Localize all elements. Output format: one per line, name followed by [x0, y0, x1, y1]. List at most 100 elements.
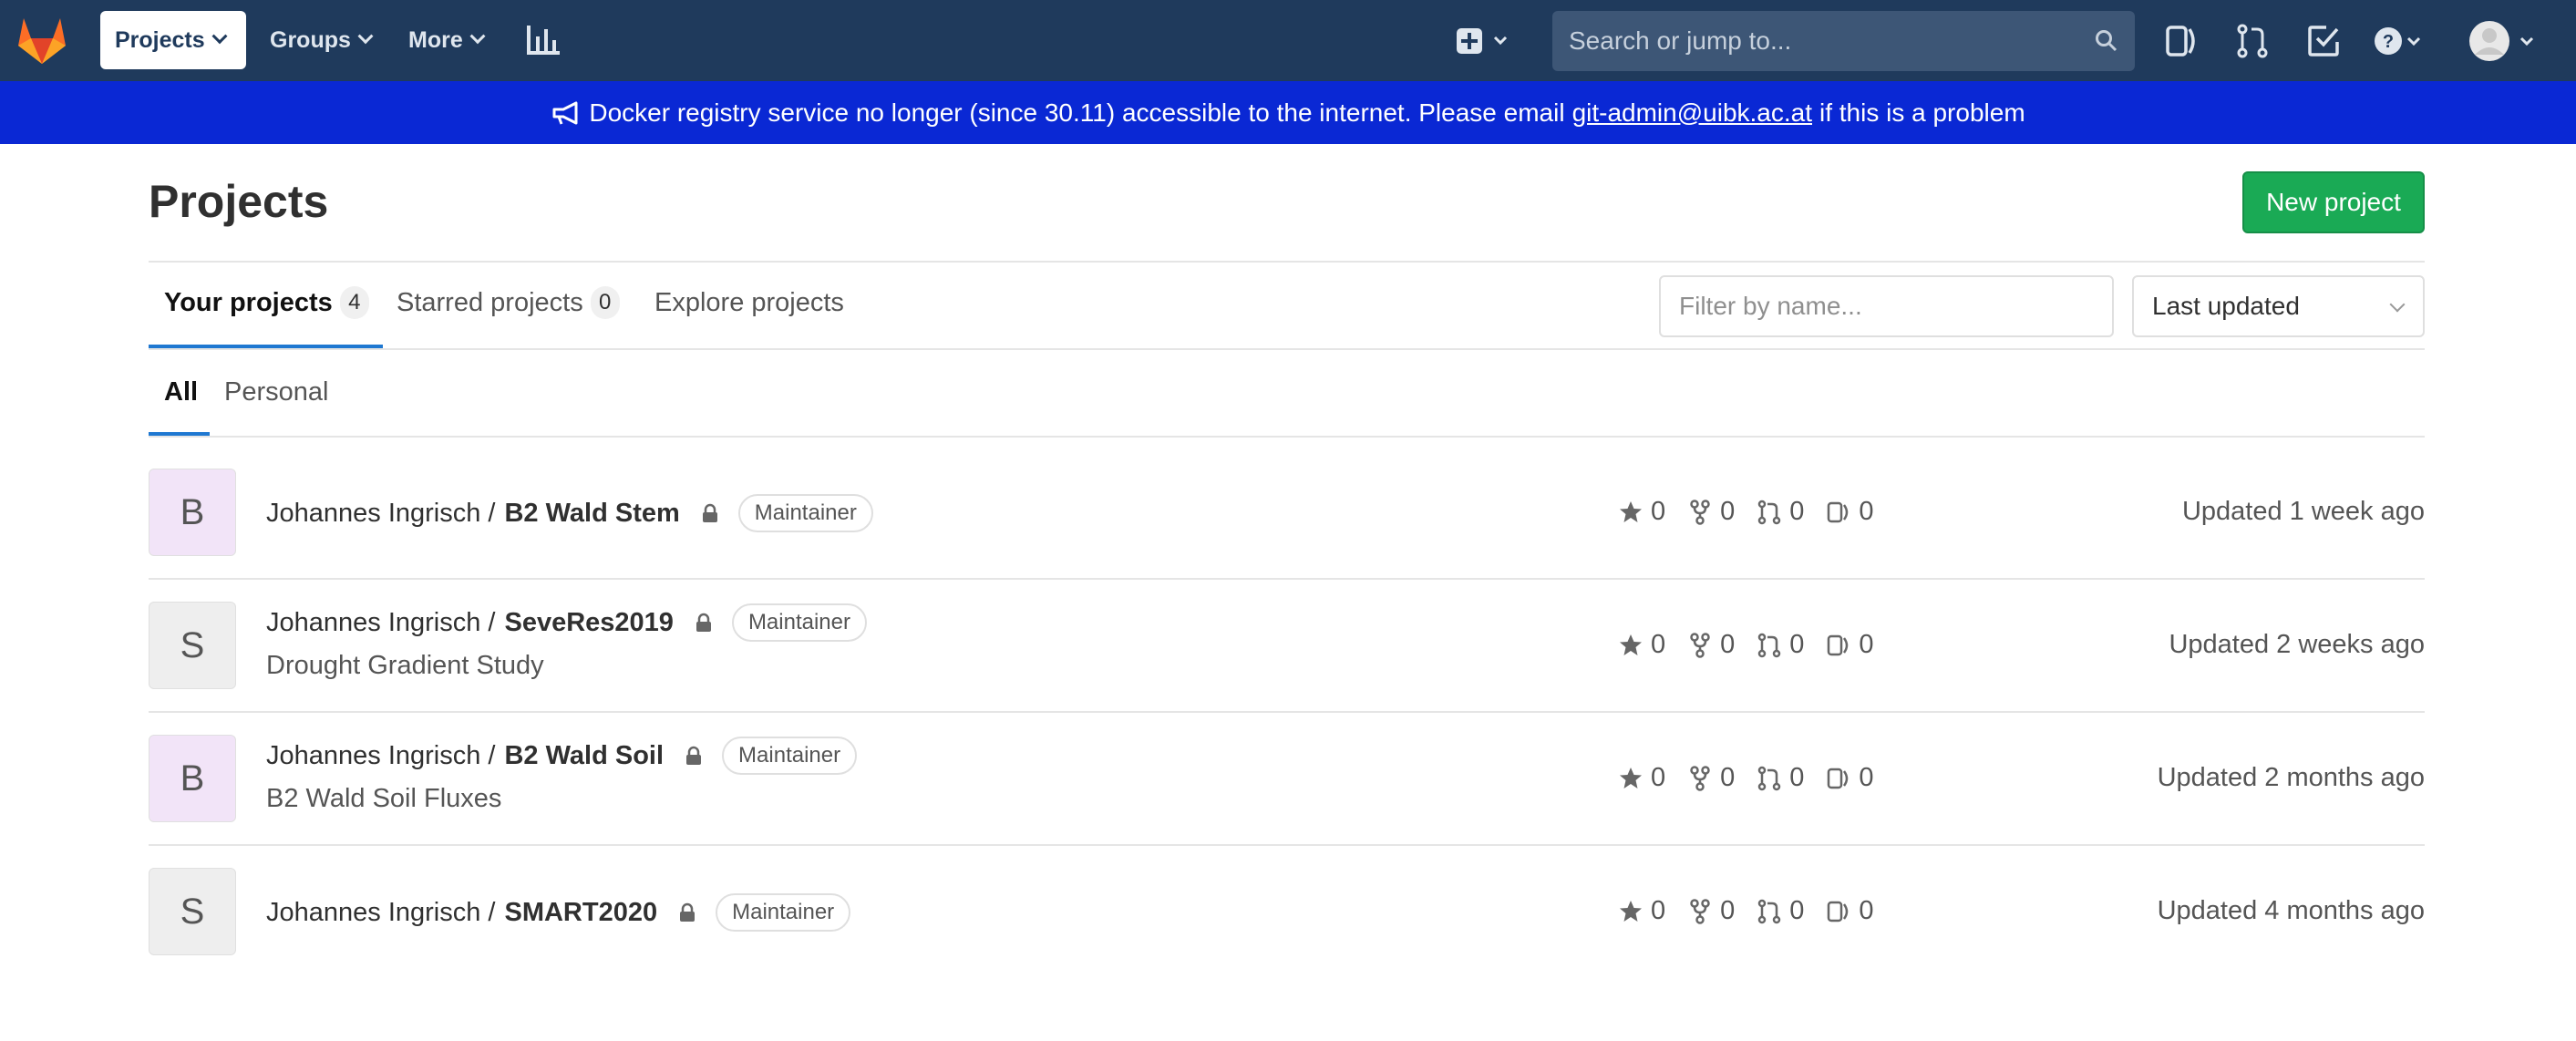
project-name: B2 Wald Soil	[504, 740, 665, 770]
issues-icon	[1828, 768, 1849, 788]
issues-count: 0	[1859, 896, 1874, 925]
project-avatar[interactable]: B	[149, 735, 236, 822]
issues-stat[interactable]: 0	[1826, 630, 1874, 660]
project-namespace: Johannes Ingrisch /	[266, 607, 496, 637]
forks-count: 0	[1720, 630, 1736, 659]
project-row[interactable]: S Johannes Ingrisch / SMART2020 Maintain…	[149, 846, 2425, 979]
project-title[interactable]: Johannes Ingrisch / B2 Wald Stem Maintai…	[266, 494, 873, 532]
chevron-down-icon	[357, 28, 374, 45]
gitlab-logo[interactable]	[15, 15, 69, 66]
chevron-down-icon	[2389, 296, 2406, 313]
issues-count: 0	[1859, 630, 1874, 659]
stars-count: 0	[1651, 630, 1666, 659]
project-namespace: Johannes Ingrisch /	[266, 498, 496, 528]
tab-label: Explore projects	[654, 287, 844, 317]
fork-icon	[1690, 898, 1710, 924]
merge-requests-count: 0	[1789, 896, 1805, 925]
stars-stat[interactable]: 0	[1618, 763, 1665, 793]
filter-by-name-input[interactable]	[1659, 275, 2114, 337]
issues-icon[interactable]	[2162, 22, 2200, 60]
projects-menu[interactable]: Projects	[100, 11, 246, 69]
forks-stat[interactable]: 0	[1687, 763, 1735, 793]
project-title[interactable]: Johannes Ingrisch / SMART2020 Maintainer	[266, 893, 851, 932]
project-title[interactable]: Johannes Ingrisch / SeveRes2019 Maintain…	[266, 603, 867, 642]
merge-requests-count: 0	[1789, 630, 1805, 659]
banner-email-link[interactable]: git-admin@uibk.ac.at	[1572, 98, 1812, 128]
chart-icon[interactable]	[525, 24, 562, 57]
lock-icon	[696, 613, 711, 632]
project-title[interactable]: Johannes Ingrisch / B2 Wald Soil Maintai…	[266, 737, 858, 775]
fork-icon	[1690, 765, 1710, 791]
tab-count-badge: 4	[339, 286, 369, 319]
merge-requests-stat[interactable]: 0	[1757, 497, 1804, 527]
project-stats: 0 0 0 0	[1618, 630, 1896, 660]
svg-text:?: ?	[2383, 32, 2394, 52]
plus-square-icon[interactable]	[1455, 22, 1519, 60]
tab-your-projects[interactable]: Your projects 4	[164, 261, 369, 345]
project-name: B2 Wald Stem	[504, 498, 680, 528]
updated-timestamp: Updated 4 months ago	[2157, 896, 2425, 925]
stars-stat[interactable]: 0	[1618, 896, 1665, 926]
updated-timestamp: Updated 2 weeks ago	[2169, 630, 2425, 659]
tab-explore-projects[interactable]: Explore projects	[654, 261, 844, 345]
star-icon	[1620, 767, 1642, 788]
project-row[interactable]: B Johannes Ingrisch / B2 Wald Soil Maint…	[149, 713, 2425, 846]
issues-icon	[1828, 501, 1849, 522]
subtab-all[interactable]: All	[164, 350, 198, 434]
project-name: SeveRes2019	[504, 607, 674, 637]
issues-stat[interactable]: 0	[1826, 763, 1874, 793]
issues-count: 0	[1859, 497, 1874, 526]
project-name: SMART2020	[504, 897, 658, 927]
issues-icon	[1828, 901, 1849, 922]
project-stats: 0 0 0 0	[1618, 896, 1896, 926]
divider	[149, 348, 2425, 350]
more-menu[interactable]: More	[394, 11, 498, 69]
stars-count: 0	[1651, 763, 1666, 792]
role-badge: Maintainer	[737, 494, 873, 532]
groups-menu[interactable]: Groups	[255, 11, 386, 69]
sort-dropdown[interactable]: Last updated	[2132, 275, 2425, 337]
megaphone-icon	[552, 101, 578, 125]
forks-stat[interactable]: 0	[1687, 630, 1735, 660]
sort-selected-value: Last updated	[2152, 292, 2300, 320]
subtab-personal[interactable]: Personal	[224, 350, 328, 434]
todo-icon[interactable]	[2304, 22, 2343, 60]
stars-stat[interactable]: 0	[1618, 497, 1665, 527]
forks-stat[interactable]: 0	[1687, 896, 1735, 926]
banner-text-end: if this is a problem	[1819, 98, 2025, 127]
tab-starred-projects[interactable]: Starred projects 0	[397, 261, 620, 345]
merge-request-icon	[1758, 633, 1781, 657]
forks-count: 0	[1720, 896, 1736, 925]
star-icon	[1620, 900, 1642, 922]
project-description: Drought Gradient Study	[266, 651, 544, 680]
fork-icon	[1690, 632, 1710, 658]
project-avatar[interactable]: S	[149, 602, 236, 689]
role-badge: Maintainer	[722, 737, 858, 775]
project-row[interactable]: S Johannes Ingrisch / SeveRes2019 Mainta…	[149, 580, 2425, 713]
merge-requests-stat[interactable]: 0	[1757, 630, 1804, 660]
issues-stat[interactable]: 0	[1826, 497, 1874, 527]
merge-request-icon	[1758, 500, 1781, 524]
lock-icon	[702, 503, 717, 522]
projects-menu-label: Projects	[115, 26, 205, 53]
new-project-button[interactable]: New project	[2242, 171, 2425, 233]
search-box[interactable]	[1552, 11, 2135, 71]
chevron-down-icon	[211, 28, 228, 45]
lock-icon	[680, 902, 696, 922]
stars-stat[interactable]: 0	[1618, 630, 1665, 660]
merge-requests-stat[interactable]: 0	[1757, 896, 1804, 926]
forks-count: 0	[1720, 497, 1736, 526]
project-avatar[interactable]: B	[149, 469, 236, 556]
help-icon[interactable]: ?	[2374, 22, 2425, 60]
forks-stat[interactable]: 0	[1687, 497, 1735, 527]
merge-request-icon[interactable]	[2233, 22, 2272, 60]
merge-requests-stat[interactable]: 0	[1757, 763, 1804, 793]
issues-icon	[1828, 634, 1849, 655]
project-avatar[interactable]: S	[149, 868, 236, 955]
search-input[interactable]	[1569, 11, 2079, 71]
user-avatar[interactable]	[2467, 18, 2540, 64]
issues-stat[interactable]: 0	[1826, 896, 1874, 926]
stars-count: 0	[1651, 497, 1666, 526]
merge-request-icon	[1758, 899, 1781, 923]
project-row[interactable]: B Johannes Ingrisch / B2 Wald Stem Maint…	[149, 447, 2425, 580]
